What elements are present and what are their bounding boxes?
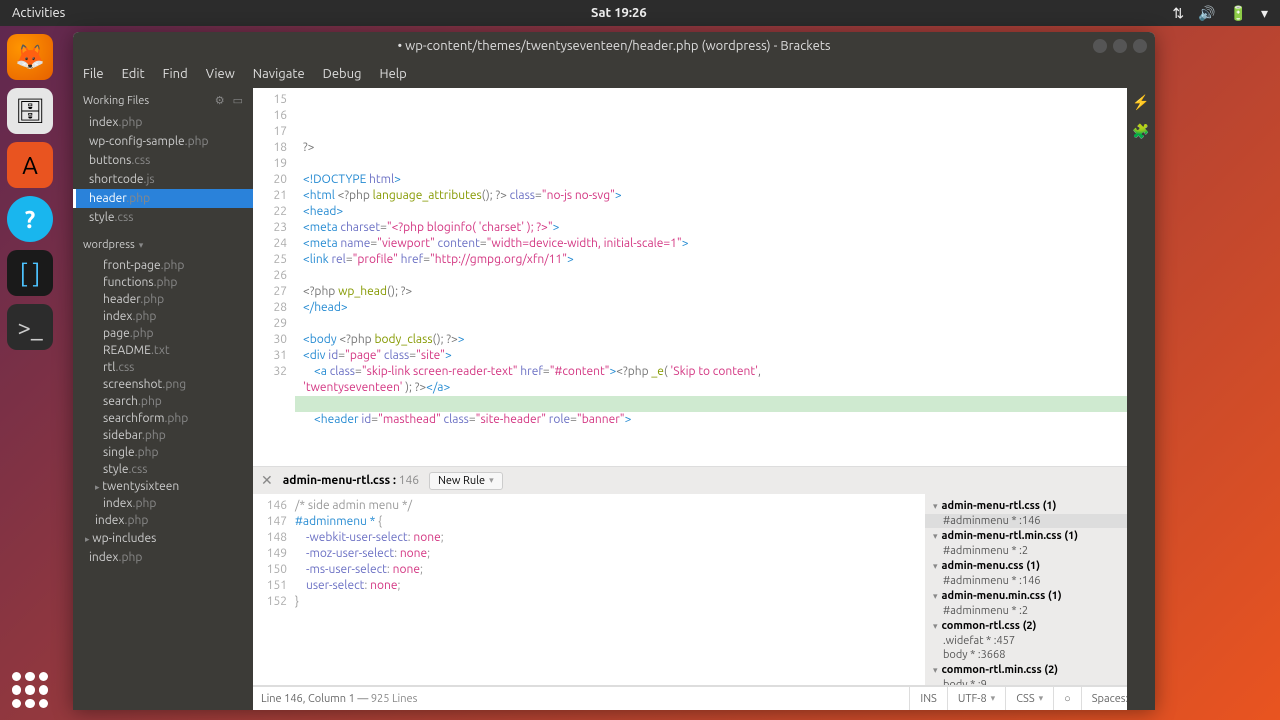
css-result[interactable]: body * :3668 — [925, 648, 1155, 662]
tree-folder[interactable]: ▸ twentysixteen — [73, 478, 253, 495]
css-result[interactable]: .widefat * :457 — [925, 634, 1155, 648]
css-result[interactable]: #adminmenu * :146 — [925, 514, 1155, 528]
battery-icon[interactable]: 🔋 — [1230, 5, 1247, 22]
dock-apps-grid[interactable] — [12, 672, 48, 708]
status-encoding[interactable]: UTF-8 ▾ — [947, 687, 1005, 711]
working-file[interactable]: index.php — [73, 113, 253, 132]
tree-item[interactable]: front-page.php — [73, 257, 253, 274]
css-result[interactable]: ▾ common-rtl.min.css (2) — [925, 662, 1155, 678]
quick-gutter: 146147148149150151152 — [253, 494, 295, 685]
dock-firefox[interactable]: 🦊 — [7, 34, 53, 80]
tree-item[interactable]: header.php — [73, 291, 253, 308]
clock[interactable]: Sat 19:26 — [591, 6, 647, 20]
menu-navigate[interactable]: Navigate — [253, 67, 305, 81]
working-file[interactable]: style.css — [73, 208, 253, 227]
css-result[interactable]: ▾ admin-menu.min.css (1) — [925, 588, 1155, 604]
dock-software[interactable]: A — [7, 142, 53, 188]
network-icon[interactable]: ⇅ — [1172, 5, 1184, 22]
dock-files[interactable]: 🗄 — [7, 88, 53, 134]
tree-item[interactable]: page.php — [73, 325, 253, 342]
tree-item[interactable]: single.php — [73, 444, 253, 461]
dock-brackets[interactable]: [ ] — [7, 250, 53, 296]
tree-item[interactable]: index.php — [73, 512, 253, 529]
working-file[interactable]: buttons.css — [73, 151, 253, 170]
menu-file[interactable]: File — [83, 67, 104, 81]
menu-edit[interactable]: Edit — [122, 67, 145, 81]
working-files-header[interactable]: Working Files ⚙▭ — [73, 88, 253, 113]
extensions-icon[interactable]: 🧩 — [1127, 117, 1155, 146]
tree-item[interactable]: README.txt — [73, 342, 253, 359]
tree-item[interactable]: rtl.css — [73, 359, 253, 376]
working-file[interactable]: shortcode.js — [73, 170, 253, 189]
volume-icon[interactable]: 🔊 — [1198, 5, 1215, 22]
css-results-panel: ▾ admin-menu-rtl.css (1)#adminmenu * :14… — [925, 494, 1155, 685]
tree-item[interactable]: index.php — [73, 495, 253, 512]
code-editor[interactable]: ?> <!DOCTYPE html><html <?php language_a… — [295, 88, 1155, 466]
css-result[interactable]: #adminmenu * :146 — [925, 574, 1155, 588]
close-button[interactable] — [1133, 39, 1147, 53]
tree-folder[interactable]: ▸ wp-includes — [73, 529, 253, 548]
chevron-down-icon: ▾ — [489, 475, 494, 486]
css-result[interactable]: ▾ common-rtl.css (2) — [925, 618, 1155, 634]
dock: 🦊 🗄 A ? [ ] >_ — [0, 26, 60, 720]
working-file[interactable]: wp-config-sample.php — [73, 132, 253, 151]
statusbar: Line 146, Column 1 — 925 Lines INS UTF-8… — [253, 686, 1155, 710]
maximize-button[interactable] — [1113, 39, 1127, 53]
css-result[interactable]: body * :9 — [925, 678, 1155, 685]
dock-help[interactable]: ? — [7, 196, 53, 242]
gear-icon[interactable]: ⚙ — [215, 94, 225, 107]
project-dropdown[interactable]: wordpress▾ — [73, 233, 253, 257]
window-title: • wp-content/themes/twentyseventeen/head… — [397, 39, 830, 53]
titlebar: • wp-content/themes/twentyseventeen/head… — [73, 32, 1155, 60]
status-language[interactable]: CSS ▾ — [1005, 687, 1053, 711]
tree-item[interactable]: screenshot.png — [73, 376, 253, 393]
chevron-down-icon: ▾ — [139, 240, 144, 251]
working-file[interactable]: header.php — [73, 189, 253, 208]
tree-item[interactable]: functions.php — [73, 274, 253, 291]
quick-edit-bar: ✕ admin-menu-rtl.css : 146 New Rule▾ — [253, 466, 1155, 494]
line-gutter: 151617181920212223242526272829303132 — [253, 88, 295, 466]
new-rule-button[interactable]: New Rule▾ — [429, 472, 503, 490]
quick-code-editor[interactable]: /* side admin menu */#adminmenu * { -web… — [295, 494, 925, 685]
css-result[interactable]: ▾ admin-menu-rtl.min.css (1) — [925, 528, 1155, 544]
close-icon[interactable]: ✕ — [261, 472, 273, 489]
gnome-topbar: Activities Sat 19:26 ⇅ 🔊 🔋 ▾ — [0, 0, 1280, 26]
activities-button[interactable]: Activities — [12, 6, 65, 20]
css-result[interactable]: #adminmenu * :2 — [925, 544, 1155, 558]
css-result[interactable]: #adminmenu * :2 — [925, 604, 1155, 618]
menu-help[interactable]: Help — [380, 67, 407, 81]
tree-item[interactable]: sidebar.php — [73, 427, 253, 444]
brackets-window: • wp-content/themes/twentyseventeen/head… — [73, 32, 1155, 710]
status-lint[interactable]: ○ — [1053, 687, 1081, 711]
tree-item[interactable]: index.php — [73, 308, 253, 325]
menu-view[interactable]: View — [206, 67, 235, 81]
power-icon[interactable]: ▾ — [1261, 5, 1268, 22]
split-icon[interactable]: ▭ — [233, 94, 243, 107]
tree-item[interactable]: style.css — [73, 461, 253, 478]
css-result[interactable]: ▾ admin-menu-rtl.css (1) — [925, 498, 1155, 514]
sidebar: Working Files ⚙▭ index.phpwp-config-samp… — [73, 88, 253, 710]
tree-item[interactable]: index.php — [73, 548, 253, 567]
dock-terminal[interactable]: >_ — [7, 304, 53, 350]
css-result[interactable]: ▾ admin-menu.css (1) — [925, 558, 1155, 574]
minimize-button[interactable] — [1093, 39, 1107, 53]
right-toolbar: ⚡ 🧩 — [1127, 88, 1155, 710]
tree-item[interactable]: search.php — [73, 393, 253, 410]
tree-item[interactable]: searchform.php — [73, 410, 253, 427]
menu-find[interactable]: Find — [163, 67, 188, 81]
status-ins[interactable]: INS — [909, 687, 946, 711]
menubar: File Edit Find View Navigate Debug Help — [73, 60, 1155, 88]
menu-debug[interactable]: Debug — [323, 67, 362, 81]
live-preview-icon[interactable]: ⚡ — [1127, 88, 1155, 117]
